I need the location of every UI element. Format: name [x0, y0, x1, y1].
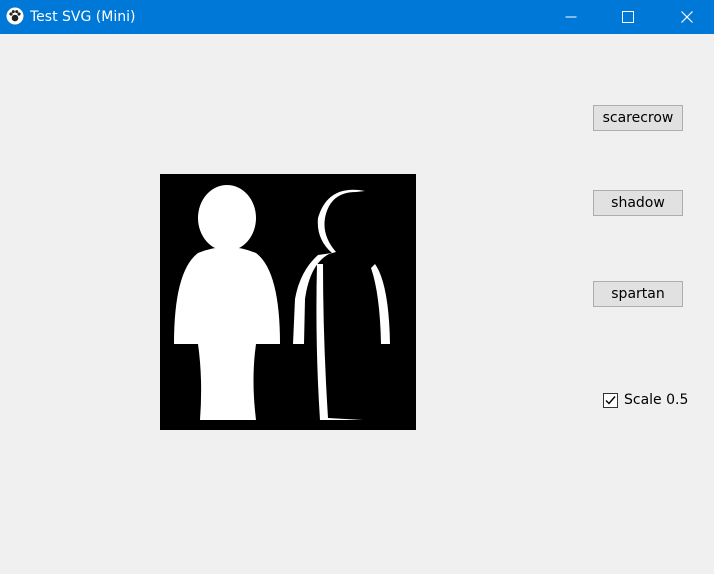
shadow-figure: [293, 189, 390, 420]
spartan-button[interactable]: spartan: [593, 281, 683, 307]
paw-icon[interactable]: [6, 7, 24, 25]
maximize-icon: [622, 11, 634, 23]
window-title: Test SVG (Mini): [30, 9, 136, 25]
scale-checkbox-row[interactable]: Scale 0.5: [603, 391, 688, 409]
shadow-button[interactable]: shadow: [593, 190, 683, 216]
scarecrow-figure: [174, 185, 280, 420]
title-bar[interactable]: Test SVG (Mini): [0, 0, 714, 34]
scarecrow-button[interactable]: scarecrow: [593, 105, 683, 131]
maximize-button[interactable]: [605, 0, 651, 34]
scale-checkbox-label: Scale 0.5: [624, 392, 689, 408]
minimize-button[interactable]: [548, 0, 594, 34]
scale-checkbox[interactable]: [603, 391, 618, 410]
svg-canvas: [160, 174, 416, 430]
close-button[interactable]: [664, 0, 710, 34]
close-icon: [681, 11, 693, 23]
checkmark-icon: [605, 391, 616, 410]
minimize-icon: [565, 11, 577, 23]
app-window: Test SVG (Mini) scarecrow shadow spartan…: [0, 0, 714, 574]
